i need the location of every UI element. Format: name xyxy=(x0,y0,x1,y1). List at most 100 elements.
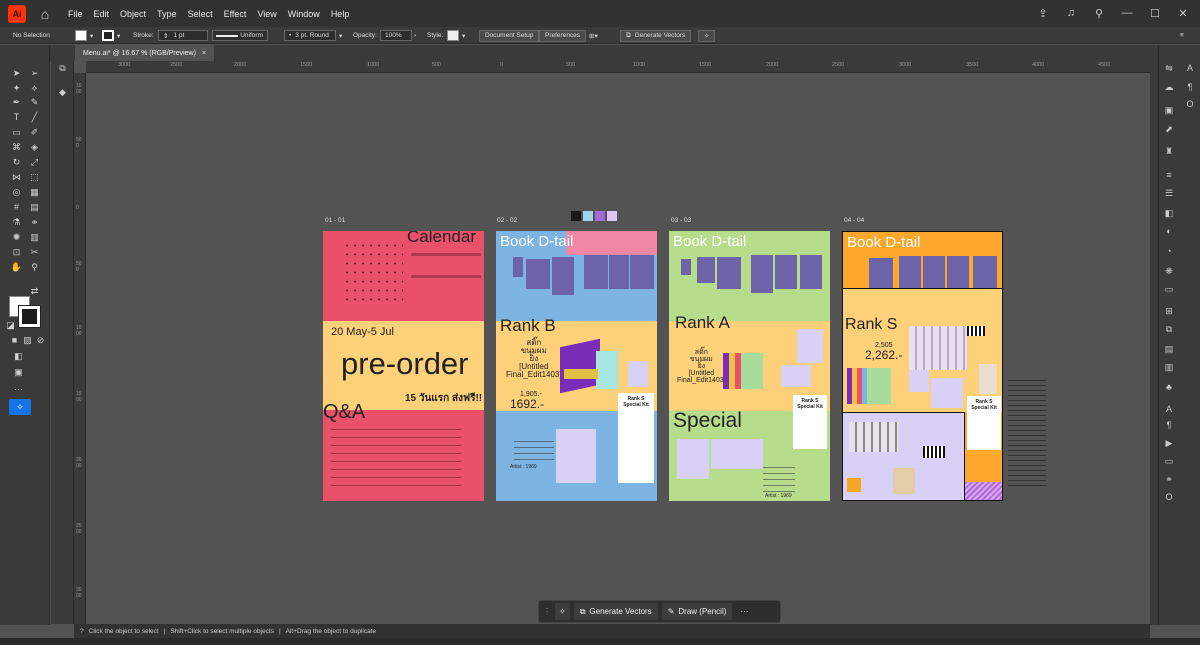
line-tool-icon[interactable]: ╱ xyxy=(28,111,41,123)
color-guide-icon[interactable]: ◔ xyxy=(1162,245,1176,257)
stray-text-object[interactable] xyxy=(1008,380,1046,490)
appearance-panel-icon[interactable]: ◐ xyxy=(1162,225,1176,237)
type-panel-icon[interactable]: A xyxy=(1162,403,1176,415)
fill-color-swatch[interactable] xyxy=(75,30,87,41)
pathfinder-panel-icon[interactable]: ⧉ xyxy=(1162,323,1176,335)
magic-icon[interactable]: ✧ xyxy=(555,603,570,620)
menu-file[interactable]: File xyxy=(68,9,83,19)
swatches-icon[interactable]: ♣ xyxy=(1162,381,1176,393)
menu-object[interactable]: Object xyxy=(120,9,146,19)
document-info-icon[interactable]: ▭ xyxy=(1162,455,1176,467)
swatch-purple[interactable] xyxy=(595,211,605,221)
drag-handle-icon[interactable]: ⋮ xyxy=(543,607,551,616)
gradient-mode-icon[interactable]: ▨ xyxy=(21,334,34,346)
swatch-group[interactable] xyxy=(571,211,619,223)
rotate-tool-icon[interactable]: ↻ xyxy=(10,156,23,168)
default-colors-icon[interactable]: ◪ xyxy=(4,319,17,331)
draw-pencil-button[interactable]: ✎ Draw (Pencil) xyxy=(661,603,733,620)
pen-tool-icon[interactable]: ✒ xyxy=(10,96,23,108)
stroke-swatch[interactable] xyxy=(18,305,41,328)
maximize-icon[interactable]: ☐ xyxy=(1146,4,1164,22)
artboard-label[interactable]: 04 - 04 xyxy=(844,217,864,224)
width-tool-icon[interactable]: ⋈ xyxy=(10,171,23,183)
hand-tool-icon[interactable]: ✋ xyxy=(10,261,23,273)
gradient-tool-icon[interactable]: ▤ xyxy=(28,201,41,213)
puppet-warp-icon[interactable]: ♜ xyxy=(1162,145,1176,157)
direct-selection-tool-icon[interactable]: ➢ xyxy=(28,67,41,79)
stroke-dropdown-icon[interactable]: ▾ xyxy=(117,32,120,40)
stroke-panel-icon[interactable]: ☰ xyxy=(1162,187,1176,199)
align-panel-icon[interactable]: ≡ xyxy=(1162,169,1176,181)
zoom-tool-icon[interactable]: ⚲ xyxy=(28,261,41,273)
artboards-icon[interactable]: ▥ xyxy=(1162,361,1176,373)
color-mode-icon[interactable]: ■ xyxy=(8,334,21,346)
eraser-tool-icon[interactable]: ◈ xyxy=(28,141,41,153)
swatch-black[interactable] xyxy=(571,211,581,221)
swatch-lavender[interactable] xyxy=(607,211,617,221)
bell-icon[interactable]: ♫ xyxy=(1062,4,1080,22)
opacity-input[interactable]: 100% xyxy=(380,30,412,41)
paragraph-panel-icon[interactable]: ¶ xyxy=(1183,81,1197,93)
lasso-tool-icon[interactable]: ⟡ xyxy=(28,82,41,94)
layers-icon[interactable]: ▤ xyxy=(1162,343,1176,355)
opentype-icon[interactable]: O xyxy=(1162,491,1176,503)
menu-effect[interactable]: Effect xyxy=(224,9,247,19)
glyphs-panel-icon[interactable]: ¶ xyxy=(1162,419,1176,431)
more-tools-icon[interactable]: ··· xyxy=(12,383,25,395)
graphic-style-swatch[interactable] xyxy=(447,30,459,41)
libraries-panel-icon[interactable]: ☁ xyxy=(1162,81,1176,93)
fill-dropdown-icon[interactable]: ▾ xyxy=(90,32,93,40)
horizontal-ruler[interactable]: 3000 2500 2000 1500 1000 500 0 500 1000 … xyxy=(86,61,1150,73)
tab-close-icon[interactable]: × xyxy=(202,50,206,57)
swatch-light-blue[interactable] xyxy=(583,211,593,221)
more-options-icon[interactable]: ··· xyxy=(736,607,752,616)
curvature-tool-icon[interactable]: ✎ xyxy=(28,96,41,108)
artboards-panel-icon[interactable]: ⧉ xyxy=(56,62,69,74)
brush-definition[interactable]: • 3 pt. Round xyxy=(284,30,336,41)
minimize-icon[interactable]: — xyxy=(1118,4,1136,22)
style-dropdown-icon[interactable]: ▾ xyxy=(462,32,465,40)
image-trace-icon[interactable]: ▣ xyxy=(1162,104,1176,116)
properties-panel-icon[interactable]: ⇋ xyxy=(1162,62,1176,74)
eyedropper-tool-icon[interactable]: ⚗ xyxy=(10,216,23,228)
artboard-3[interactable]: Book D-tail Rank A สติ๊ก ขนุมผม ยิ่ง [Un… xyxy=(669,231,830,501)
transparency-panel-icon[interactable]: ◧ xyxy=(1162,207,1176,219)
mesh-tool-icon[interactable]: # xyxy=(10,201,23,213)
perspective-grid-tool-icon[interactable]: ▦ xyxy=(28,186,41,198)
rectangle-tool-icon[interactable]: ▭ xyxy=(10,126,23,138)
generate-vectors-task-button[interactable]: ⧉ Generate Vectors xyxy=(573,603,658,620)
vertical-ruler[interactable]: 1000 500 0 500 1000 1500 2000 2500 3000 xyxy=(74,73,86,624)
panel-menu-icon[interactable]: ≡ xyxy=(1180,29,1184,42)
screen-mode-icon[interactable]: ▣ xyxy=(12,366,25,378)
preferences-button[interactable]: Preferences xyxy=(539,29,587,42)
symbol-sprayer-tool-icon[interactable]: ✺ xyxy=(10,231,23,243)
links-panel-icon[interactable]: ⚭ xyxy=(1162,473,1176,485)
slice-tool-icon[interactable]: ✂ xyxy=(28,246,41,258)
transform-panel-icon[interactable]: ⊞ xyxy=(1162,305,1176,317)
selection-tool-icon[interactable]: ➤ xyxy=(10,67,23,79)
stroke-stepper-icon[interactable]: ⇕ xyxy=(163,32,168,40)
menu-type[interactable]: Type xyxy=(157,9,177,19)
artboard-tool-icon[interactable]: ⊡ xyxy=(10,246,23,258)
generate-vectors-button[interactable]: ⧉ Generate Vectors xyxy=(620,29,692,42)
artboard-label[interactable]: 01 - 01 xyxy=(325,217,345,224)
shape-builder-tool-icon[interactable]: ◎ xyxy=(10,186,23,198)
free-transform-tool-icon[interactable]: ⬚ xyxy=(28,171,41,183)
opacity-arrow-icon[interactable]: › xyxy=(414,32,416,39)
magic-wand-icon[interactable]: ✧ xyxy=(698,29,716,42)
draw-pencil-icon[interactable]: ✧ xyxy=(9,399,31,415)
menu-edit[interactable]: Edit xyxy=(94,9,110,19)
brush-dropdown-icon[interactable]: ▾ xyxy=(339,32,342,40)
share-icon[interactable]: ⇪ xyxy=(1034,4,1052,22)
menu-window[interactable]: Window xyxy=(288,9,320,19)
variable-width-profile[interactable]: Uniform xyxy=(212,30,268,41)
artboard-label[interactable]: 03 - 03 xyxy=(671,217,691,224)
scale-tool-icon[interactable]: ⤢ xyxy=(28,156,41,168)
menu-help[interactable]: Help xyxy=(331,9,350,19)
stroke-color-swatch[interactable] xyxy=(102,30,114,41)
shaper-tool-icon[interactable]: ⌘ xyxy=(10,141,23,153)
magic-wand-tool-icon[interactable]: ✦ xyxy=(10,82,23,94)
blend-tool-icon[interactable]: ⚭ xyxy=(28,216,41,228)
paintbrush-tool-icon[interactable]: ✐ xyxy=(28,126,41,138)
gradient-panel-icon[interactable]: ▭ xyxy=(1162,283,1176,295)
